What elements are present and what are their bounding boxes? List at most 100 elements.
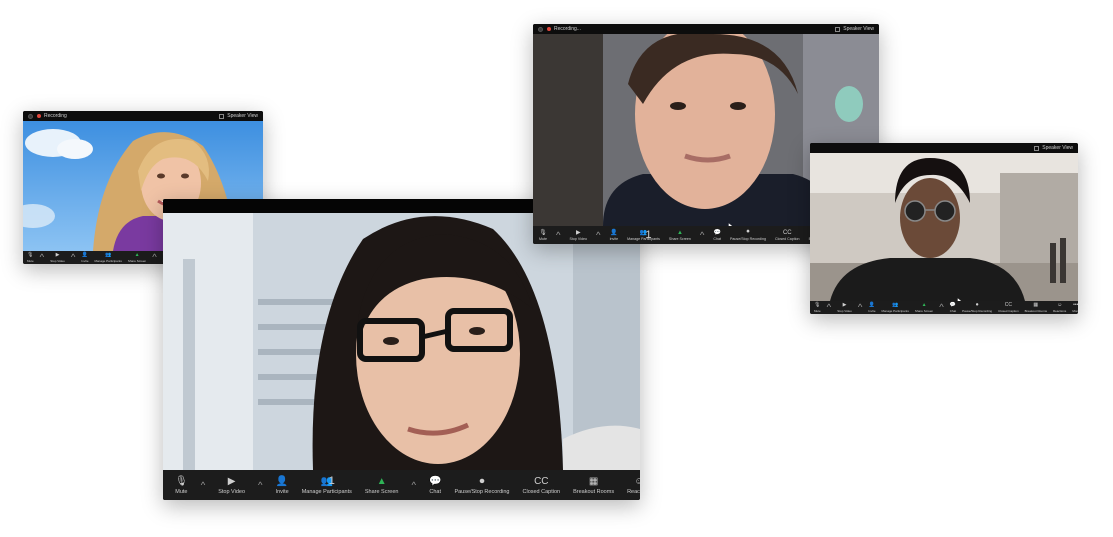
toolbar-label: Mute	[175, 489, 188, 495]
toolbar-label: Share Screen	[127, 259, 147, 263]
manage-participants-button[interactable]: 👥 Manage Participants 1	[302, 475, 352, 495]
video-camera-icon: ▶	[55, 252, 60, 258]
recording-label: Recording...	[554, 26, 581, 32]
chevron-up-icon[interactable]: ^	[827, 302, 832, 313]
chat-button[interactable]: 💬Chat	[713, 229, 721, 241]
chevron-up-icon[interactable]: ^	[71, 252, 76, 263]
toolbar-label: Closed Caption	[998, 309, 1019, 313]
chevron-up-icon[interactable]: ^	[152, 252, 157, 263]
record-dot-icon	[37, 114, 41, 118]
manage-participants-button[interactable]: 👥 Manage Participants	[95, 252, 122, 263]
participant-video	[810, 153, 1078, 301]
speaker-view-button[interactable]: Speaker View	[219, 113, 258, 119]
stop-video-button[interactable]: ▶ Stop Video	[218, 475, 245, 496]
speaker-view-button[interactable]: Speaker View	[835, 26, 874, 32]
toolbar-label: Mute	[539, 237, 547, 241]
breakout-rooms-button[interactable]: ▦ Breakout Rooms	[573, 475, 615, 496]
mute-button[interactable]: 🎙 Mute	[814, 302, 821, 313]
toolbar-label: Breakout Rooms	[573, 489, 615, 495]
shield-icon	[28, 113, 33, 119]
toolbar-label: Pause/Stop Recording	[962, 309, 993, 313]
more-button[interactable]: •••More	[1072, 302, 1078, 313]
pause-stop-recording-button[interactable]: ⏺Pause/Stop Recording	[730, 229, 766, 241]
toolbar-label: Stop Video	[569, 237, 588, 241]
speaker-view-label: Speaker View	[843, 26, 874, 32]
chat-button[interactable]: 💬Chat	[950, 302, 956, 313]
recording-indicator[interactable]: Recording...	[547, 26, 581, 32]
toolbar-label: Stop Video	[837, 309, 852, 313]
record-dot-icon	[547, 27, 551, 31]
toolbar-label: Closed Caption	[522, 489, 561, 495]
speaker-view-label: Speaker View	[227, 113, 258, 119]
manage-participants-button[interactable]: 👥 Manage Participants	[882, 302, 909, 313]
share-screen-button[interactable]: ▲ Share Screen	[364, 475, 399, 496]
toolbar-label: Mute	[814, 309, 821, 313]
reactions-button[interactable]: ☺Reactions	[1053, 302, 1066, 313]
share-screen-button[interactable]: ▲ Share Screen	[915, 302, 933, 313]
share-screen-button[interactable]: ▲ Share Screen	[128, 252, 146, 263]
invite-button[interactable]: 👤 Invite	[610, 229, 619, 241]
manage-participants-button[interactable]: 👥 Manage Participants 1	[627, 229, 660, 241]
video-camera-icon: ▶	[842, 302, 847, 308]
toolbar-label: Invite	[81, 259, 89, 263]
chevron-up-icon[interactable]: ^	[40, 252, 45, 263]
toolbar-label: Manage Participants	[301, 489, 352, 495]
toolbar-label: Invite	[275, 489, 289, 495]
recording-label: Recording	[44, 113, 67, 119]
microphone-icon: 🎙	[175, 475, 188, 487]
breakout-rooms-icon: ▦	[1033, 302, 1039, 308]
stop-video-button[interactable]: ▶ Stop Video	[837, 302, 852, 313]
toolbar-label: Pause/Stop Recording	[454, 489, 510, 495]
more-icon: •••	[1073, 302, 1078, 308]
reactions-button[interactable]: ☺Reactions	[627, 475, 640, 496]
mute-button[interactable]: 🎙 Mute	[27, 252, 34, 263]
closed-caption-button[interactable]: CCClosed Caption	[522, 475, 561, 496]
closed-caption-button[interactable]: CCClosed Caption	[774, 229, 800, 242]
invite-icon: 👤	[275, 475, 289, 487]
record-icon: ⏺	[746, 229, 750, 235]
toolbar-label: Manage Participants	[881, 309, 909, 313]
pause-stop-recording-button[interactable]: ⏺Pause/Stop Recording	[962, 302, 992, 313]
toolbar-label: Share Screen	[364, 489, 399, 495]
video-camera-icon: ▶	[227, 475, 236, 487]
toolbar-label: Breakout Rooms	[1024, 309, 1047, 313]
chevron-up-icon[interactable]: ^	[556, 230, 561, 241]
chevron-up-icon[interactable]: ^	[596, 230, 601, 241]
chevron-up-icon[interactable]: ^	[939, 302, 944, 313]
speaker-view-button[interactable]: Speaker View	[1034, 145, 1073, 151]
invite-button[interactable]: 👤 Invite	[868, 302, 875, 313]
stop-video-button[interactable]: ▶ Stop Video	[570, 229, 588, 241]
share-screen-button[interactable]: ▲ Share Screen	[669, 229, 691, 242]
chevron-up-icon[interactable]: ^	[858, 302, 863, 313]
pause-stop-recording-button[interactable]: ⏺ Pause/Stop Recording	[454, 475, 510, 496]
toolbar-label: Manage Participants	[94, 259, 122, 263]
mute-button[interactable]: 🎙 Mute	[175, 475, 188, 496]
microphone-icon: 🎙	[27, 252, 34, 258]
invite-button[interactable]: 👤 Invite	[275, 475, 289, 496]
closed-caption-button[interactable]: CCClosed Caption	[998, 302, 1019, 313]
participant-count: 1	[328, 475, 335, 487]
record-icon: ⏺	[479, 475, 485, 487]
invite-button[interactable]: 👤 Invite	[81, 252, 88, 263]
chevron-up-icon[interactable]: ^	[700, 230, 705, 241]
invite-icon: 👤	[868, 302, 876, 308]
chevron-up-icon[interactable]: ^	[201, 480, 206, 491]
breakout-rooms-icon: ▦	[588, 475, 599, 487]
mute-button[interactable]: 🎙 Mute	[539, 229, 547, 241]
share-screen-icon: ▲	[921, 302, 927, 308]
chevron-up-icon[interactable]: ^	[411, 480, 416, 491]
captions-icon: CC	[782, 229, 792, 236]
chat-button[interactable]: 💬Chat	[429, 475, 442, 496]
grid-icon	[835, 26, 841, 32]
stop-video-button[interactable]: ▶ Stop Video	[50, 252, 65, 263]
grid-icon	[1034, 145, 1040, 151]
shield-icon	[538, 26, 543, 32]
recording-indicator[interactable]: Recording	[37, 113, 67, 119]
toolbar-label: Closed Caption	[774, 237, 800, 241]
title-bar: Recording... Speaker View	[533, 24, 879, 34]
breakout-rooms-button[interactable]: ▦Breakout Rooms	[1025, 302, 1047, 313]
chevron-up-icon[interactable]: ^	[258, 480, 263, 491]
toolbar-label: Chat	[429, 489, 442, 495]
captions-icon: CC	[1004, 302, 1012, 308]
speaker-view-label: Speaker View	[1042, 145, 1073, 151]
